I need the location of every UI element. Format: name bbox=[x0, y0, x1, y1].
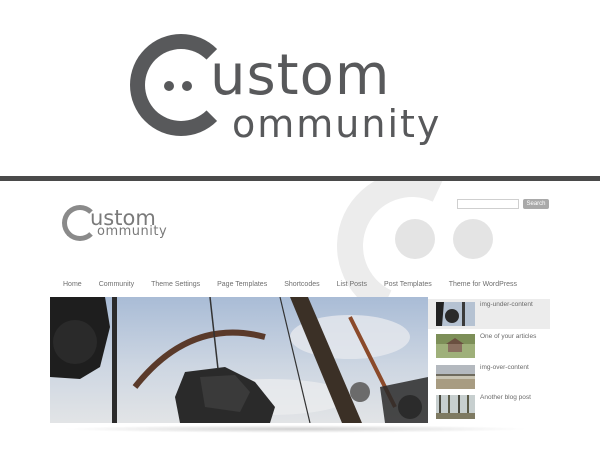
nav-item-page-templates[interactable]: Page Templates bbox=[217, 279, 267, 291]
nav-item-community[interactable]: Community bbox=[99, 279, 134, 291]
nav-item-theme-for-wordpress[interactable]: Theme for WordPress bbox=[449, 279, 517, 291]
thumbnail-label: img-over-content bbox=[480, 364, 529, 371]
slider-thumbnail-list: img-under-content One of your articles i… bbox=[428, 297, 550, 423]
hero-banner: ustom ommunity bbox=[0, 0, 600, 176]
thumbnail-label: Another blog post bbox=[480, 394, 531, 401]
background-circle-right bbox=[453, 219, 493, 259]
nav-item-shortcodes[interactable]: Shortcodes bbox=[284, 279, 319, 291]
custom-community-logo: ustom ommunity bbox=[130, 30, 450, 150]
thumbnail-item[interactable]: Another blog post bbox=[428, 392, 550, 422]
thumbnail-item[interactable]: img-under-content bbox=[428, 299, 550, 329]
thumbnail-image bbox=[436, 334, 475, 358]
logo-word-community: ommunity bbox=[232, 102, 442, 146]
site-logo-word-community: ommunity bbox=[97, 224, 168, 239]
nav-item-post-templates[interactable]: Post Templates bbox=[384, 279, 432, 291]
nav-item-theme-settings[interactable]: Theme Settings bbox=[151, 279, 200, 291]
slider-shadow bbox=[60, 425, 530, 433]
logo-eye-left bbox=[164, 81, 174, 91]
thumbnail-image bbox=[436, 395, 475, 419]
main-navigation: Home Community Theme Settings Page Templ… bbox=[63, 279, 534, 291]
thumbnail-image bbox=[436, 302, 475, 326]
search-input[interactable] bbox=[457, 199, 519, 209]
sculpture-photo bbox=[50, 297, 428, 423]
thumbnail-label: One of your articles bbox=[480, 333, 537, 340]
thumbnail-item[interactable]: img-over-content bbox=[428, 362, 550, 392]
search-button[interactable]: Search bbox=[523, 199, 549, 209]
thumbnail-label: img-under-content bbox=[480, 301, 533, 308]
background-circle-left bbox=[395, 219, 435, 259]
nav-item-list-posts[interactable]: List Posts bbox=[337, 279, 367, 291]
thumbnail-image bbox=[436, 365, 475, 389]
theme-preview: ustom ommunity Search Home Community The… bbox=[0, 181, 600, 450]
logo-eye-right bbox=[182, 81, 192, 91]
thumbnail-item[interactable]: One of your articles bbox=[428, 331, 550, 361]
nav-item-home[interactable]: Home bbox=[63, 279, 82, 291]
site-logo[interactable]: ustom ommunity bbox=[62, 203, 192, 251]
featured-slider-image[interactable] bbox=[50, 297, 428, 423]
logo-word-custom: ustom bbox=[210, 43, 391, 108]
